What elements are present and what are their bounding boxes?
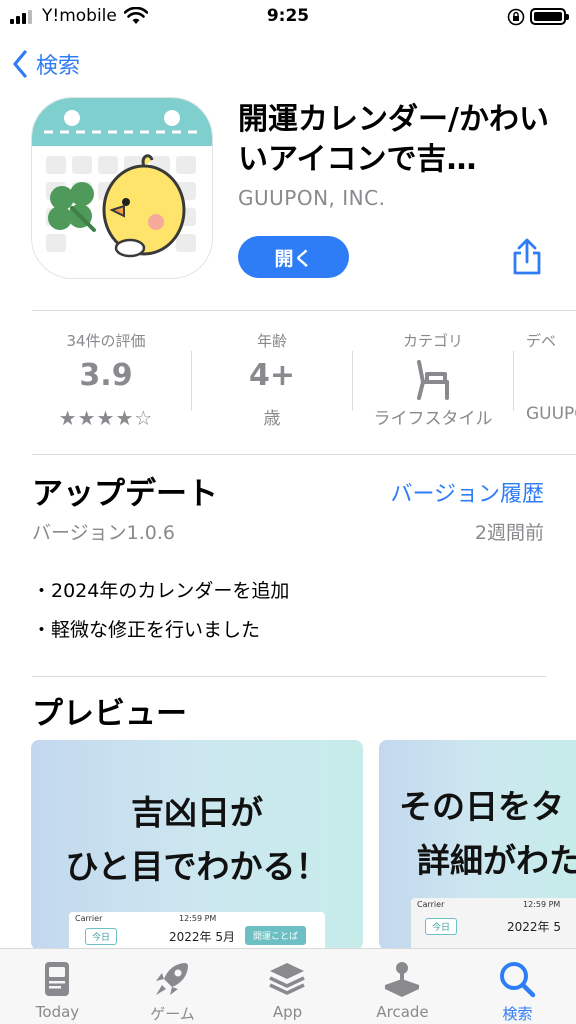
tab-bar: Today ゲーム App Arcade 検索 — [0, 948, 576, 1024]
developer-short: GUUPON — [526, 404, 576, 424]
screenshot-preview[interactable]: その日をタ 詳細がわた Carrier 12:59 PM 今日 2022年 5 — [379, 740, 576, 950]
divider — [32, 310, 576, 311]
divider — [32, 454, 576, 455]
status-time: 9:25 — [266, 6, 310, 26]
share-icon[interactable] — [510, 238, 544, 276]
battery-icon — [530, 8, 569, 25]
age-label: 年齢 — [256, 332, 287, 350]
developer-info[interactable]: デベ GUUPON — [514, 330, 576, 424]
age-value: 4+ — [248, 358, 295, 393]
tab-search[interactable]: 検索 — [460, 949, 575, 1024]
mini-time: 12:59 PM — [523, 900, 561, 909]
app-title: 開運カレンダー/かわいいアイコンで吉… — [238, 102, 549, 177]
update-section-title: アップデート — [32, 476, 218, 512]
open-button[interactable]: 開く — [238, 236, 349, 278]
age-info[interactable]: 年齢 4+ 歳 — [192, 330, 352, 429]
rating-value: 3.9 — [79, 358, 133, 393]
update-date: 2週間前 — [474, 522, 544, 544]
back-button[interactable]: 検索 — [12, 48, 80, 80]
release-notes: ・2024年のカレンダーを追加 ・軽微な修正を行いました — [32, 572, 289, 650]
version-history-link[interactable]: バージョン履歴 — [390, 476, 544, 508]
mini-carrier: Carrier — [417, 900, 445, 909]
screenshot-caption: 詳細がわた — [417, 841, 576, 880]
ratings-label: 34件の評価 — [66, 332, 146, 350]
release-note-line: ・2024年のカレンダーを追加 — [32, 580, 290, 602]
tab-label: App — [272, 1003, 303, 1021]
category-value: ライフスタイル — [373, 409, 493, 429]
tab-label: Arcade — [376, 1003, 429, 1021]
status-bar: Y!mobile 9:25 — [0, 0, 576, 34]
chevron-left-icon — [13, 50, 27, 78]
release-note-line: ・軽微な修正を行いました — [32, 619, 261, 641]
apps-stack-icon — [269, 963, 305, 995]
tab-label: 検索 — [502, 1005, 533, 1023]
developer-name[interactable]: GUUPON, INC. — [238, 186, 385, 210]
screenshot-caption: その日をタ — [399, 787, 564, 826]
mini-time: 12:59 PM — [179, 914, 217, 923]
screenshot-caption: 吉凶日が — [131, 793, 263, 832]
screenshot-preview[interactable]: 吉凶日が ひと目でわかる！ Carrier 12:59 PM 今日 2022年 … — [31, 740, 363, 950]
tab-today[interactable]: Today — [0, 949, 115, 1024]
app-icon — [32, 98, 212, 278]
chair-icon — [417, 360, 449, 400]
tab-apps[interactable]: App — [230, 949, 345, 1024]
age-sub: 歳 — [263, 409, 281, 429]
today-icon — [45, 962, 69, 996]
developer-label: デベ — [526, 332, 557, 350]
rocket-icon — [156, 963, 188, 995]
tab-label: Today — [35, 1003, 80, 1021]
back-label: 検索 — [36, 54, 81, 79]
divider — [32, 676, 546, 677]
search-icon — [500, 962, 536, 998]
tab-arcade[interactable]: Arcade — [345, 949, 460, 1024]
version-label: バージョン1.0.6 — [32, 522, 175, 544]
preview-section-title: プレビュー — [32, 696, 187, 732]
mini-calendar: Carrier 12:59 PM 今日 2022年 5 — [411, 898, 576, 950]
mini-month: 2022年 5月 — [169, 930, 235, 944]
mini-calendar: Carrier 12:59 PM 今日 2022年 5月 開運ことば — [69, 912, 325, 950]
mini-carrier: Carrier — [75, 914, 103, 923]
mini-today-button: 今日 — [85, 928, 118, 945]
rotation-lock-icon — [507, 8, 525, 26]
mini-month: 2022年 5 — [507, 920, 561, 934]
star-rating-icon: ★★★★☆ — [58, 406, 154, 430]
ratings-info[interactable]: 34件の評価 3.9 ★★★★☆ — [26, 330, 186, 430]
screenshot-caption: ひと目でわかる！ — [65, 847, 329, 886]
category-label: カテゴリ — [402, 332, 463, 350]
category-info[interactable]: カテゴリ ライフスタイル — [353, 330, 513, 429]
tab-games[interactable]: ゲーム — [115, 949, 230, 1024]
mini-today-button: 今日 — [425, 918, 458, 935]
mini-kotoba-button: 開運ことば — [245, 926, 307, 945]
tab-label: ゲーム — [150, 1005, 195, 1023]
joystick-icon — [385, 962, 419, 997]
